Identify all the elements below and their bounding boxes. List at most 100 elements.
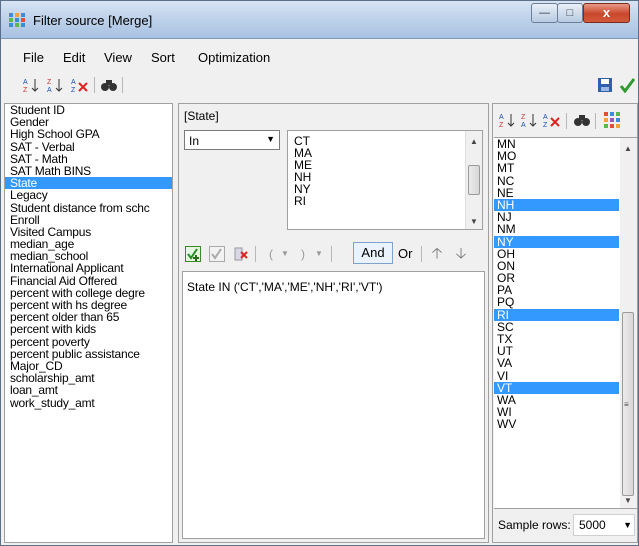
field-list[interactable]: Student ID Gender High School GPA SAT - Ver…: [4, 103, 173, 543]
menu-file[interactable]: File: [23, 50, 44, 65]
app-grid-icon: [9, 13, 25, 27]
clear-sort-icon[interactable]: AZ: [543, 112, 561, 129]
state-list-item[interactable]: UT: [494, 345, 619, 357]
chevron-down-icon[interactable]: ▼: [311, 246, 327, 262]
svg-text:Z: Z: [71, 87, 76, 93]
toolbar-separator: [122, 77, 123, 93]
menu-optimization[interactable]: Optimization: [198, 50, 270, 65]
scroll-grip-icon: ≡: [624, 400, 629, 409]
color-grid-icon[interactable]: [603, 112, 621, 128]
state-list-item[interactable]: MT: [494, 162, 619, 174]
field-list-item[interactable]: percent with kids: [5, 323, 172, 335]
menu-sort[interactable]: Sort: [151, 50, 175, 65]
delete-condition-icon[interactable]: [233, 246, 249, 262]
svg-text:A: A: [23, 79, 28, 86]
or-button[interactable]: Or: [398, 246, 412, 261]
maximize-button[interactable]: □: [557, 3, 583, 23]
toolbar-separator: [331, 246, 332, 262]
state-value-list[interactable]: MN MO MT NC NE NH NJ NM NY OH ON OR PA PQ RI SC TX UT VA VI…: [494, 137, 637, 509]
state-list-item[interactable]: NM: [494, 223, 619, 235]
chevron-down-icon[interactable]: ▼: [277, 246, 293, 262]
state-list-item[interactable]: RI: [494, 309, 619, 321]
field-list-item[interactable]: percent poverty: [5, 335, 172, 348]
svg-text:Z: Z: [499, 122, 504, 128]
filter-editor-pane: [State] In ▼ CT MA ME NH NY RI ▲ ▼ (▼)…: [178, 103, 489, 543]
toolbar-separator: [421, 246, 422, 262]
filter-source-window: Filter source [Merge] — □ x File Edit Vi…: [0, 0, 639, 546]
close-paren-icon[interactable]: ): [295, 246, 311, 262]
scroll-down-icon[interactable]: ▼: [470, 217, 478, 226]
svg-text:Z: Z: [23, 87, 28, 93]
field-list-item[interactable]: International Applicant: [5, 262, 172, 274]
find-icon[interactable]: [100, 77, 118, 93]
svg-text:A: A: [499, 114, 504, 121]
svg-text:Z: Z: [47, 79, 52, 86]
find-icon[interactable]: [573, 112, 591, 128]
operator-select[interactable]: In ▼: [184, 130, 280, 150]
field-list-item[interactable]: SAT - Verbal: [5, 140, 172, 153]
toolbar-separator: [595, 113, 596, 129]
menu-edit[interactable]: Edit: [63, 50, 85, 65]
state-list-item[interactable]: VI: [494, 369, 619, 382]
state-list-item[interactable]: OR: [494, 272, 619, 284]
field-list-item[interactable]: Financial Aid Offered: [5, 275, 172, 287]
minimize-button[interactable]: —: [531, 3, 558, 23]
move-up-icon[interactable]: 🡡: [429, 246, 445, 262]
sort-descending-icon[interactable]: ZA: [521, 112, 539, 129]
expression-toolbar: ( ▼ ) ▼ And Or 🡡 🡣: [179, 238, 488, 268]
field-list-item[interactable]: Legacy: [5, 189, 172, 201]
sample-rows-value: 5000: [579, 518, 606, 532]
title-bar[interactable]: Filter source [Merge] — □ x: [1, 1, 638, 39]
field-list-item[interactable]: work_study_amt: [5, 396, 172, 409]
state-list-item[interactable]: VA: [494, 357, 619, 369]
scroll-up-icon[interactable]: ▲: [624, 144, 632, 153]
save-icon[interactable]: [596, 77, 614, 93]
toolbar-separator: [255, 246, 256, 262]
and-button[interactable]: And: [353, 242, 393, 264]
sample-rows-label: Sample rows:: [498, 518, 571, 532]
menu-bar: File Edit View Sort Optimization: [1, 46, 638, 68]
clear-sort-icon[interactable]: AZ: [71, 77, 89, 94]
filter-expression-box[interactable]: State IN ('CT','MA','ME','NH','RI','VT'): [182, 271, 485, 539]
state-list-scrollbar[interactable]: ▲ ≡ ▼: [620, 138, 637, 508]
svg-text:Z: Z: [521, 114, 526, 121]
operator-value: In: [189, 134, 200, 148]
state-list-item[interactable]: PQ: [494, 296, 619, 308]
svg-text:A: A: [47, 87, 52, 93]
state-list-item[interactable]: NY: [494, 235, 619, 248]
sort-ascending-icon[interactable]: AZ: [499, 112, 517, 129]
state-list-item[interactable]: WA: [494, 394, 619, 406]
move-down-icon[interactable]: 🡣: [453, 246, 469, 262]
chevron-down-icon: ▼: [623, 520, 632, 530]
scroll-down-icon[interactable]: ▼: [624, 496, 632, 505]
toolbar-separator: [94, 77, 95, 93]
main-toolbar: AZ ZA AZ: [1, 71, 638, 99]
filter-expression-text: State IN ('CT','MA','ME','NH','RI','VT'): [187, 280, 383, 294]
svg-text:A: A: [71, 79, 76, 86]
state-list-item[interactable]: NH: [494, 199, 619, 212]
add-condition-icon[interactable]: [185, 246, 201, 262]
toolbar-separator: [566, 113, 567, 129]
values-scrollbar[interactable]: ▲ ▼: [465, 131, 482, 229]
field-list-item[interactable]: loan_amt: [5, 384, 172, 396]
state-list-item[interactable]: NC: [494, 174, 619, 187]
svg-text:Z: Z: [543, 122, 548, 128]
filter-value-item[interactable]: RI: [294, 195, 306, 207]
close-button[interactable]: x: [583, 3, 630, 23]
field-list-item[interactable]: Student distance from schc: [5, 201, 172, 214]
sort-descending-icon[interactable]: ZA: [47, 77, 65, 94]
sort-ascending-icon[interactable]: AZ: [23, 77, 41, 94]
filter-values-list[interactable]: CT MA ME NH NY RI ▲ ▼: [287, 130, 483, 230]
window-title: Filter source [Merge]: [33, 13, 153, 28]
chevron-down-icon: ▼: [266, 134, 275, 144]
filter-field-label: [State]: [184, 109, 219, 123]
field-list-item[interactable]: High School GPA: [5, 128, 172, 140]
state-list-item[interactable]: SC: [494, 321, 619, 333]
scroll-up-icon[interactable]: ▲: [470, 137, 478, 146]
state-list-item[interactable]: WV: [494, 418, 619, 430]
scroll-thumb[interactable]: [468, 165, 480, 195]
edit-condition-icon[interactable]: [209, 246, 225, 262]
ok-checkmark-icon[interactable]: [618, 77, 636, 94]
menu-view[interactable]: View: [104, 50, 132, 65]
sample-rows-select[interactable]: 5000 ▼: [573, 514, 635, 536]
